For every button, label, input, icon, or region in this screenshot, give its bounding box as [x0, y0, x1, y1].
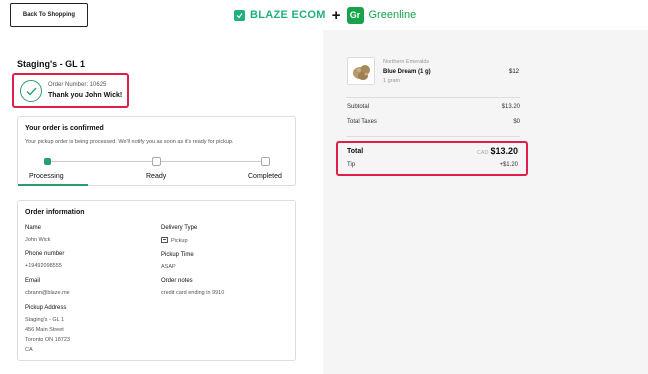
step-dot-completed	[261, 157, 270, 166]
delivery-type-value: Pickup	[161, 237, 188, 244]
brand-plus: +	[331, 6, 341, 24]
step-label-ready: Ready	[146, 173, 167, 180]
address-line: Toronto ON 18723	[25, 337, 70, 343]
order-status-card: Your order is confirmed Your pickup orde…	[17, 116, 296, 186]
divider	[346, 136, 520, 137]
order-notes-value: credit card ending in 9910	[161, 290, 225, 296]
order-confirmation-banner: Order Number: 10625 Thank you John Wick!	[12, 73, 129, 108]
total-currency: CAD	[476, 150, 489, 156]
taxes-value: $0	[513, 119, 520, 125]
pickup-time-label: Pickup Time	[161, 252, 194, 258]
email-label: Email	[25, 278, 41, 284]
subtotal-label: Subtotal	[347, 104, 370, 110]
address-line: Staging's - GL 1	[25, 317, 65, 323]
total-value: CAD $13.20	[477, 146, 518, 156]
step-label-completed: Completed	[248, 173, 282, 180]
taxes-label: Total Taxes	[347, 119, 377, 125]
progress-underline	[18, 184, 88, 186]
phone-value: +19492098555	[25, 263, 62, 269]
pickup-time-value: ASAP	[161, 264, 176, 270]
greenline-logo-text: Greenline	[368, 9, 417, 21]
address-line: CA	[25, 347, 33, 353]
order-notes-label: Order notes	[161, 278, 193, 284]
greenline-logo-icon: Gr	[346, 6, 364, 24]
product-price: $12	[508, 69, 519, 75]
delivery-type-label: Delivery Type	[161, 225, 198, 231]
blaze-ecom-logo-text: BLAZE ECOM	[250, 9, 326, 21]
product-size: 1 gram	[383, 78, 401, 84]
thank-you-message: Thank you John Wick!	[48, 92, 123, 99]
divider	[346, 97, 520, 98]
brand-logos: BLAZE ECOM + Gr Greenline	[234, 6, 416, 24]
back-to-shopping-button[interactable]: Back To Shopping	[10, 3, 88, 27]
store-title: Staging's - GL 1	[17, 59, 85, 69]
step-label-processing: Processing	[29, 173, 64, 180]
store-icon	[161, 237, 168, 243]
total-amount: $13.20	[490, 146, 518, 156]
step-dot-processing	[44, 158, 51, 165]
order-confirmed-title: Your order is confirmed	[25, 125, 104, 132]
tip-value: +$1.20	[499, 162, 518, 168]
check-circle-icon	[20, 80, 42, 102]
name-value: John Wick	[25, 237, 51, 243]
phone-label: Phone number	[25, 251, 65, 257]
order-number: Order Number: 10625	[48, 82, 107, 88]
product-name: Blue Dream (1 g)	[383, 69, 431, 75]
address-line: 456 Main Street	[25, 327, 64, 333]
email-value: cbrann@blaze.me	[25, 290, 70, 296]
order-confirmed-description: Your pickup order is being processed. We…	[25, 139, 234, 145]
name-label: Name	[25, 225, 42, 231]
total-label: Total	[347, 148, 364, 155]
delivery-type-text: Pickup	[171, 238, 188, 244]
order-information-card: Order information Name John Wick Phone n…	[17, 200, 296, 361]
product-image	[347, 57, 375, 85]
order-information-title: Order information	[25, 209, 85, 216]
subtotal-value: $13.20	[501, 104, 520, 110]
tip-label: Tip	[347, 162, 356, 168]
total-summary-box: Total CAD $13.20 Tip +$1.20	[336, 141, 528, 176]
step-dot-ready	[152, 157, 161, 166]
blaze-logo-icon	[234, 9, 245, 21]
pickup-address-label: Pickup Address	[25, 305, 67, 311]
product-brand: Northern Emeralds	[383, 59, 430, 65]
top-header: Back To Shopping BLAZE ECOM + Gr Greenli…	[0, 0, 648, 30]
